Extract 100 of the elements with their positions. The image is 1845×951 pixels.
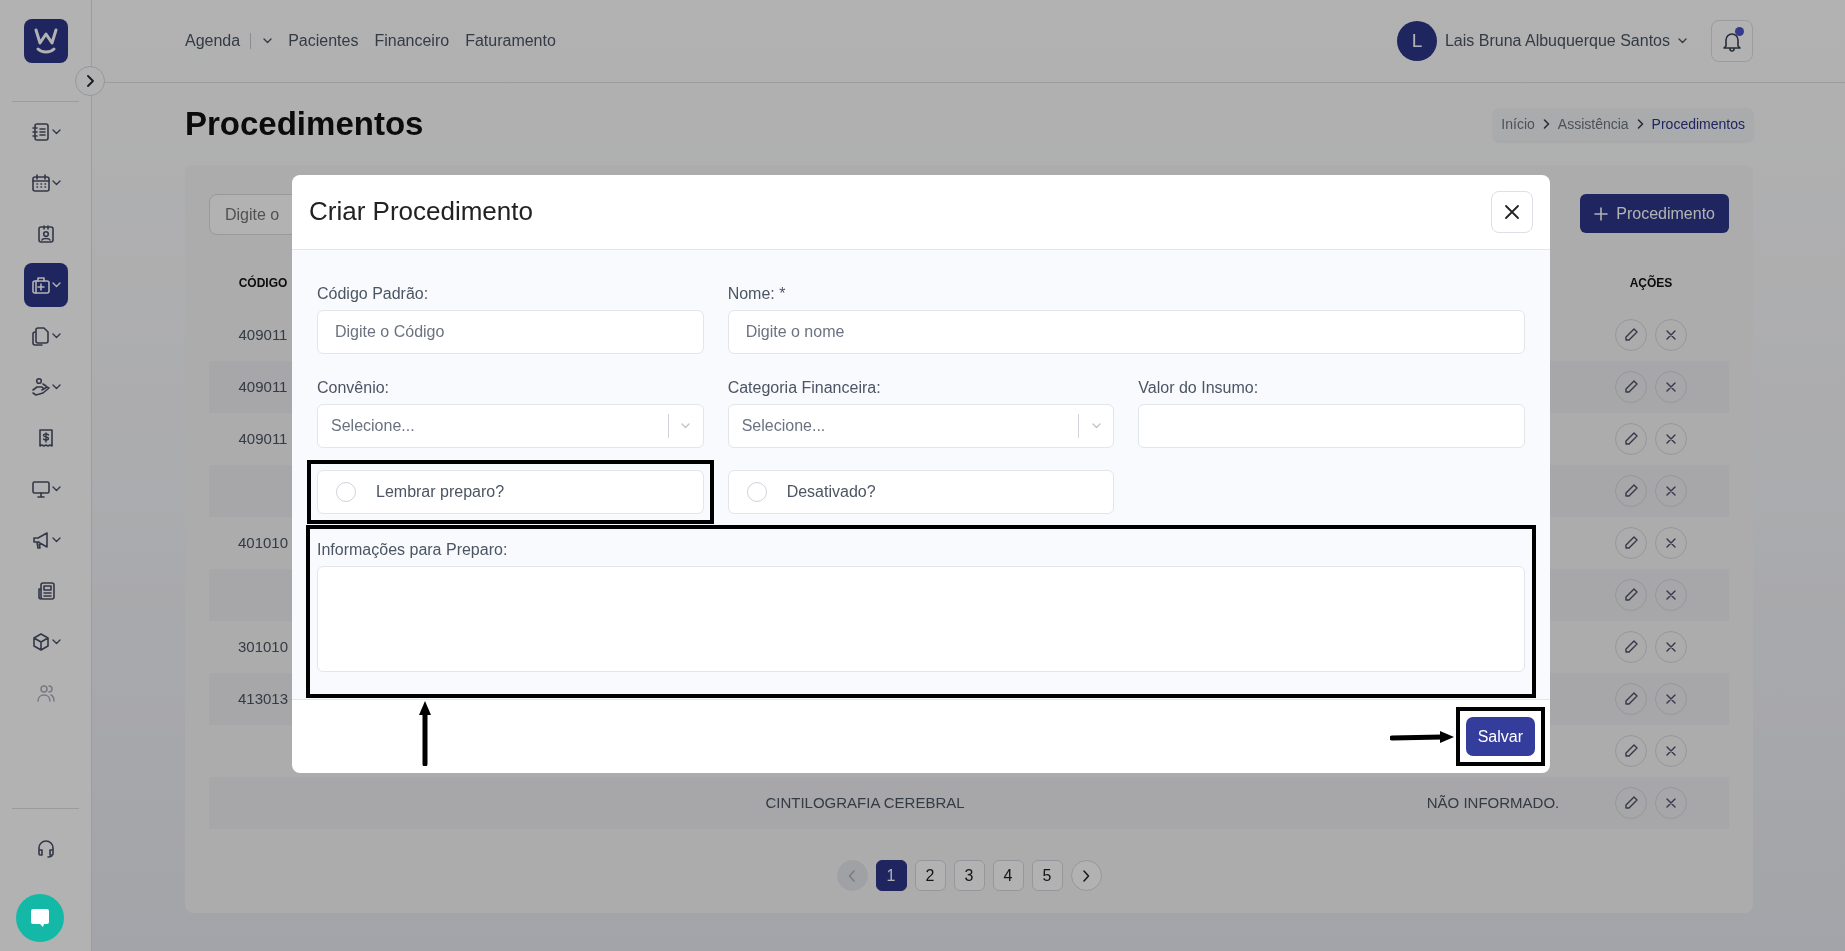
chevron-right-icon — [86, 75, 94, 87]
next-page-button[interactable] — [1070, 860, 1102, 891]
chevron-down-icon — [1091, 423, 1101, 429]
chevron-right-icon — [1082, 869, 1090, 882]
pencil-icon — [1623, 587, 1639, 603]
input-field[interactable] — [1138, 404, 1525, 448]
page-button[interactable]: 5 — [1031, 860, 1063, 891]
table-cell: 301010 — [237, 637, 289, 655]
close-icon — [1504, 204, 1520, 220]
pencil-icon — [1623, 379, 1639, 395]
files-icon — [30, 326, 51, 346]
chevron-down-icon — [51, 333, 61, 339]
table-cell: 409011 — [238, 377, 288, 395]
page-button[interactable]: 2 — [914, 860, 946, 891]
page-button[interactable]: 4 — [992, 860, 1024, 891]
table-cell: CINTILOGRAFIA CEREBRAL — [765, 793, 965, 811]
chevron-right-icon — [1636, 119, 1644, 129]
notifications-button[interactable] — [1711, 20, 1753, 62]
table-cell: 409011 — [238, 429, 288, 447]
chevron-down-icon — [681, 423, 691, 429]
close-icon — [1665, 589, 1677, 601]
chevron-left-icon — [848, 869, 856, 882]
close-icon — [1665, 537, 1677, 549]
pencil-icon — [1623, 535, 1639, 551]
field-label: Valor do Insumo: — [1138, 378, 1260, 398]
field-label: Convênio: — [317, 378, 391, 398]
smile-logo-icon — [33, 28, 58, 54]
table-cell: 409011 — [238, 325, 288, 343]
close-icon — [1665, 329, 1677, 341]
chevron-down-icon — [51, 537, 61, 543]
chevron-down-icon — [51, 282, 61, 288]
bell-icon — [1721, 30, 1743, 52]
box-icon — [30, 632, 51, 652]
chevron-right-icon — [1542, 119, 1550, 129]
nav-link[interactable]: Faturamento — [465, 29, 556, 53]
page-button[interactable]: 3 — [953, 860, 985, 891]
field-label: Informações para Preparo: — [317, 540, 509, 560]
pencil-icon — [1623, 327, 1639, 343]
chevron-down-icon — [51, 486, 61, 492]
sidebar-item[interactable] — [23, 263, 68, 307]
page-button[interactable]: 1 — [875, 860, 907, 891]
nav-link[interactable]: Financeiro — [374, 29, 450, 53]
monitor-icon — [30, 479, 51, 499]
pencil-icon — [1623, 639, 1639, 655]
close-icon — [1665, 797, 1677, 809]
hand-icon — [30, 377, 51, 397]
field-label: Código Padrão: — [317, 284, 430, 304]
add-procedure-button[interactable]: Procedimento — [1580, 194, 1729, 233]
pencil-icon — [1623, 795, 1639, 811]
medkit-icon — [30, 275, 51, 295]
breadcrumb-link[interactable]: Procedimentos — [1651, 113, 1745, 135]
plus-icon — [1594, 206, 1609, 221]
input-field[interactable]: Digite o Código — [317, 310, 704, 354]
arrow-icon — [418, 699, 432, 766]
notebook-icon — [30, 122, 51, 142]
nav-link[interactable]: Agenda — [185, 29, 241, 53]
chevron-down-icon — [51, 129, 61, 135]
page-title: Procedimentos — [185, 104, 424, 144]
pencil-icon — [1623, 483, 1639, 499]
checkbox-field[interactable]: Desativado? — [727, 470, 1115, 514]
input-field[interactable]: Digite o nome — [727, 310, 1525, 354]
user-name: Lais Bruna Albuquerque Santos — [1444, 31, 1670, 51]
field-label: Categoria Financeira: — [727, 378, 882, 398]
headset-icon — [36, 838, 56, 858]
arrow-icon — [1389, 729, 1456, 744]
badge-icon — [35, 224, 56, 244]
pencil-icon — [1623, 691, 1639, 707]
calendar-icon — [30, 173, 51, 193]
column-header: CÓDIGO — [237, 274, 289, 292]
chevron-down-icon — [1678, 38, 1687, 44]
breadcrumb-link[interactable]: Assistência — [1557, 113, 1629, 135]
select-field[interactable]: Selecione... — [317, 404, 704, 448]
nav-link[interactable]: Pacientes — [288, 29, 359, 53]
avatar: L — [1396, 21, 1437, 61]
save-button[interactable]: Salvar — [1465, 717, 1535, 756]
chat-bubble-icon — [29, 907, 51, 929]
chevron-down-icon — [51, 180, 61, 186]
sidebar-toggle[interactable] — [75, 66, 105, 96]
close-icon — [1665, 381, 1677, 393]
table-cell: NÃO INFORMADO. — [1426, 793, 1560, 811]
close-icon — [1665, 641, 1677, 653]
chevron-down-icon — [263, 38, 273, 44]
close-button[interactable] — [1491, 191, 1533, 233]
checkbox-field[interactable]: Lembrar preparo? — [317, 470, 704, 514]
chevron-down-icon — [51, 639, 61, 645]
field-label: Nome: * — [727, 284, 787, 304]
column-header: AÇÕES — [1628, 274, 1674, 292]
megaphone-icon — [30, 530, 51, 550]
close-icon — [1665, 433, 1677, 445]
pencil-icon — [1623, 431, 1639, 447]
breadcrumb-link[interactable]: Início — [1501, 113, 1535, 135]
table-cell: 413013 — [237, 689, 289, 707]
modal-title: Criar Procedimento — [309, 196, 533, 228]
user-menu[interactable]: L Lais Bruna Albuquerque Santos — [1396, 21, 1687, 61]
close-icon — [1665, 693, 1677, 705]
table-cell: 401010 — [237, 533, 289, 551]
close-icon — [1665, 745, 1677, 757]
chevron-down-icon — [51, 384, 61, 390]
nav-dropdown-toggle[interactable] — [263, 38, 273, 44]
select-field[interactable]: Selecione... — [727, 404, 1115, 448]
